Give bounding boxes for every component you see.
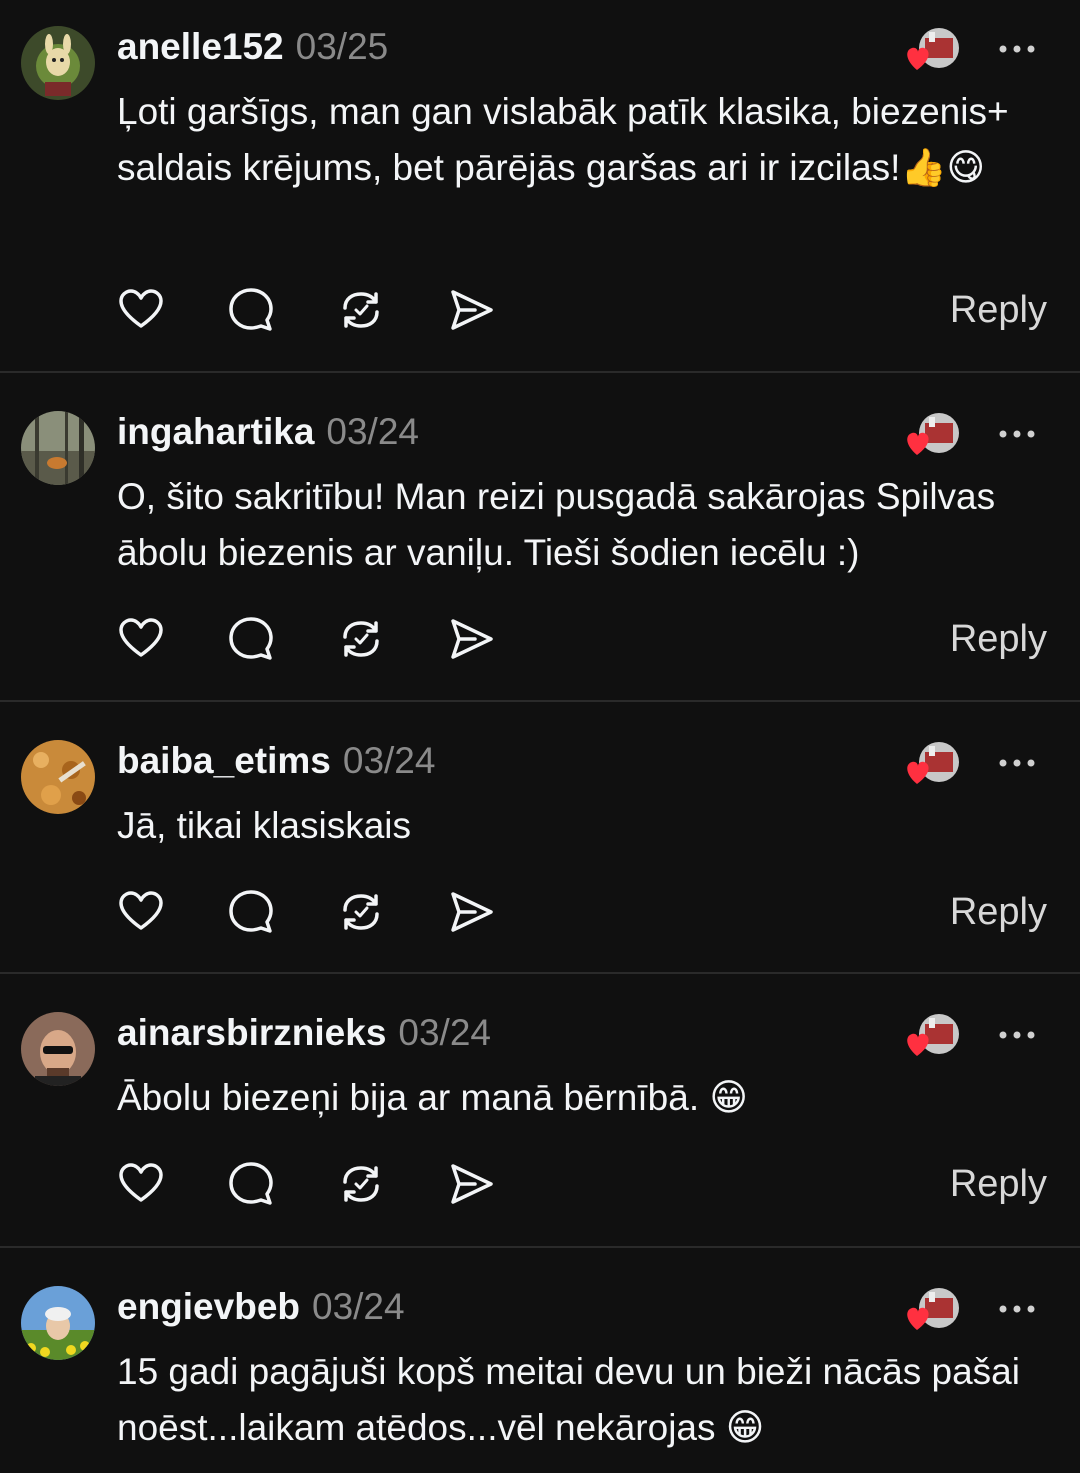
author-liked-badge (903, 411, 961, 461)
reply-button[interactable]: Reply (950, 888, 1047, 936)
comment-icon[interactable] (227, 286, 275, 334)
share-icon[interactable] (447, 615, 495, 663)
author-liked-badge (903, 1286, 961, 1336)
timestamp: 03/24 (342, 740, 436, 781)
repost-icon[interactable] (337, 286, 385, 334)
comment-text: Ābolu biezeņi bija ar manā bērnībā. 😁 (117, 1077, 748, 1118)
comment-text: O, šito sakritību! Man reizi pusgadā sak… (117, 476, 996, 573)
comment-icon[interactable] (227, 615, 275, 663)
timestamp: 03/24 (326, 411, 419, 452)
heart-icon[interactable] (117, 888, 165, 936)
more-options-icon[interactable] (996, 34, 1040, 64)
comment-text: Jā, tikai klasiskais (117, 805, 412, 846)
repost-icon[interactable] (337, 1160, 385, 1208)
avatar[interactable] (21, 1286, 95, 1360)
comment-text: 15 gadi pagājuši kopš meitai devu un bie… (117, 1351, 1020, 1448)
username[interactable]: ainarsbirznieks (117, 1012, 386, 1054)
comment-actions: Reply (117, 1160, 1047, 1210)
comment-item: baiba_etims 03/24 Jā, tikai klasiskais R… (0, 702, 1080, 974)
avatar[interactable] (21, 411, 95, 485)
more-options-icon[interactable] (996, 1020, 1040, 1050)
more-options-icon[interactable] (996, 1294, 1040, 1324)
timestamp: 03/24 (398, 1012, 491, 1053)
repost-icon[interactable] (337, 615, 385, 663)
reply-button[interactable]: Reply (950, 615, 1047, 663)
avatar[interactable] (21, 26, 95, 100)
share-icon[interactable] (447, 1160, 495, 1208)
heart-icon[interactable] (117, 1160, 165, 1208)
comment-item: anelle152 03/25 Ļoti garšīgs, man gan vi… (0, 0, 1080, 372)
author-liked-badge (903, 26, 961, 76)
comment-header: anelle152 03/25 (117, 26, 388, 76)
timestamp: 03/25 (295, 26, 389, 67)
comment-text: Ļoti garšīgs, man gan vislabāk patīk kla… (117, 91, 1009, 188)
comment-icon[interactable] (227, 1160, 275, 1208)
share-icon[interactable] (447, 888, 495, 936)
more-options-icon[interactable] (996, 419, 1040, 449)
reply-button[interactable]: Reply (950, 286, 1047, 334)
timestamp: 03/24 (312, 1286, 405, 1327)
share-icon[interactable] (447, 286, 495, 334)
comment-header: baiba_etims 03/24 (117, 740, 435, 790)
username[interactable]: anelle152 (117, 26, 284, 68)
comment-item: engievbeb 03/24 15 gadi pagājuši kopš me… (0, 1248, 1080, 1473)
heart-icon[interactable] (117, 615, 165, 663)
heart-icon[interactable] (117, 286, 165, 334)
comment-header: ingahartika 03/24 (117, 411, 419, 461)
repost-icon[interactable] (337, 888, 385, 936)
comment-actions: Reply (117, 888, 1047, 938)
comment-actions: Reply (117, 615, 1047, 665)
username[interactable]: baiba_etims (117, 740, 331, 782)
author-liked-badge (903, 740, 961, 790)
username[interactable]: engievbeb (117, 1286, 300, 1328)
username[interactable]: ingahartika (117, 411, 314, 453)
comment-actions: Reply (117, 286, 1047, 336)
avatar[interactable] (21, 1012, 95, 1086)
comment-item: ingahartika 03/24 O, šito sakritību! Man… (0, 372, 1080, 702)
avatar[interactable] (21, 740, 95, 814)
reply-button[interactable]: Reply (950, 1160, 1047, 1208)
comment-icon[interactable] (227, 888, 275, 936)
more-options-icon[interactable] (996, 748, 1040, 778)
comment-header: ainarsbirznieks 03/24 (117, 1012, 491, 1062)
author-liked-badge (903, 1012, 961, 1062)
comment-header: engievbeb 03/24 (117, 1286, 405, 1336)
comment-item: ainarsbirznieks 03/24 Ābolu biezeņi bija… (0, 974, 1080, 1248)
